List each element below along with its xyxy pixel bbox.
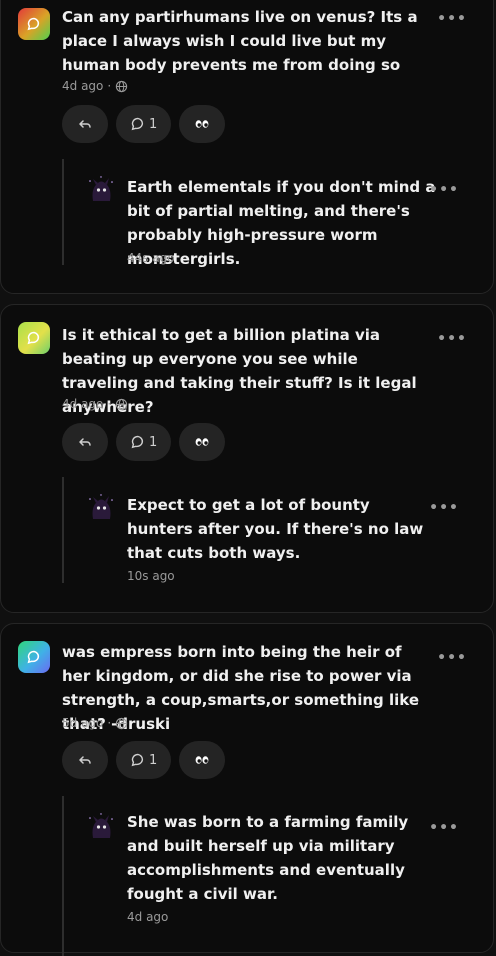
reply-time: 4d ago [127, 910, 169, 924]
reply-time: 10s ago [127, 569, 175, 583]
speech-bubble-icon [27, 17, 40, 31]
shadow-creature-avatar[interactable] [85, 491, 117, 523]
comment-icon [131, 117, 144, 131]
reply-arrow-icon [79, 756, 91, 764]
reply-button[interactable] [62, 105, 108, 143]
shadow-creature-avatar[interactable] [85, 173, 117, 205]
globe-icon [116, 80, 128, 92]
reply-button[interactable] [62, 423, 108, 461]
post-time: 5d ago [62, 716, 104, 730]
reaction-button[interactable] [179, 105, 226, 143]
post-time: 4d ago [62, 79, 104, 93]
comment-count: 1 [149, 752, 158, 768]
post-actions: 1 [62, 741, 226, 779]
post-time: 4d ago [62, 397, 104, 411]
eyes-icon [195, 438, 209, 446]
thread-line [62, 477, 64, 583]
comment-count: 1 [149, 434, 158, 450]
question-text: Can any partirhumans live on venus? Its … [62, 8, 418, 74]
comment-icon [131, 753, 144, 767]
thread-line [62, 796, 64, 956]
comment-button[interactable]: 1 [116, 741, 172, 779]
more-options-icon[interactable]: ••• [437, 650, 467, 666]
question-card: was empress born into being the heir of … [0, 623, 494, 956]
post-meta: 4d ago · [62, 397, 128, 411]
speech-bubble-icon [27, 331, 40, 345]
thread-line [62, 159, 64, 265]
more-options-icon[interactable]: ••• [437, 11, 467, 27]
reaction-button[interactable] [179, 423, 226, 461]
reply-more-options-icon[interactable]: ••• [429, 820, 459, 836]
reaction-button[interactable] [179, 741, 226, 779]
meta-separator: · [107, 79, 112, 93]
reply-arrow-icon [79, 438, 91, 446]
post-meta: 5d ago · [62, 716, 128, 730]
globe-icon [116, 717, 128, 729]
reply-time: 44s ago [127, 251, 175, 265]
meta-separator: · [107, 716, 112, 730]
meta-separator: · [107, 397, 112, 411]
globe-icon [116, 398, 128, 410]
eyes-icon [195, 120, 209, 128]
post-actions: 1 [62, 423, 226, 461]
comment-count: 1 [149, 116, 158, 132]
eyes-icon [195, 756, 209, 764]
reply-arrow-icon [79, 120, 91, 128]
comment-icon [131, 435, 144, 449]
question-card: Is it ethical to get a billion platina v… [0, 304, 494, 613]
comment-button[interactable]: 1 [116, 105, 172, 143]
more-options-icon[interactable]: ••• [437, 331, 467, 347]
question-icon [18, 8, 50, 40]
post-actions: 1 [62, 105, 226, 143]
reply-more-options-icon[interactable]: ••• [429, 500, 459, 516]
reply-text: She was born to a farming family and bui… [127, 813, 409, 903]
reply-button[interactable] [62, 741, 108, 779]
speech-bubble-icon [27, 650, 40, 664]
question-icon [18, 641, 50, 673]
reply-more-options-icon[interactable]: ••• [429, 182, 459, 198]
question-icon [18, 322, 50, 354]
post-meta: 4d ago · [62, 79, 128, 93]
shadow-creature-avatar[interactable] [85, 810, 117, 842]
question-card: Can any partirhumans live on venus? Its … [0, 0, 494, 294]
reply-text: Expect to get a lot of bounty hunters af… [127, 496, 424, 562]
comment-button[interactable]: 1 [116, 423, 172, 461]
